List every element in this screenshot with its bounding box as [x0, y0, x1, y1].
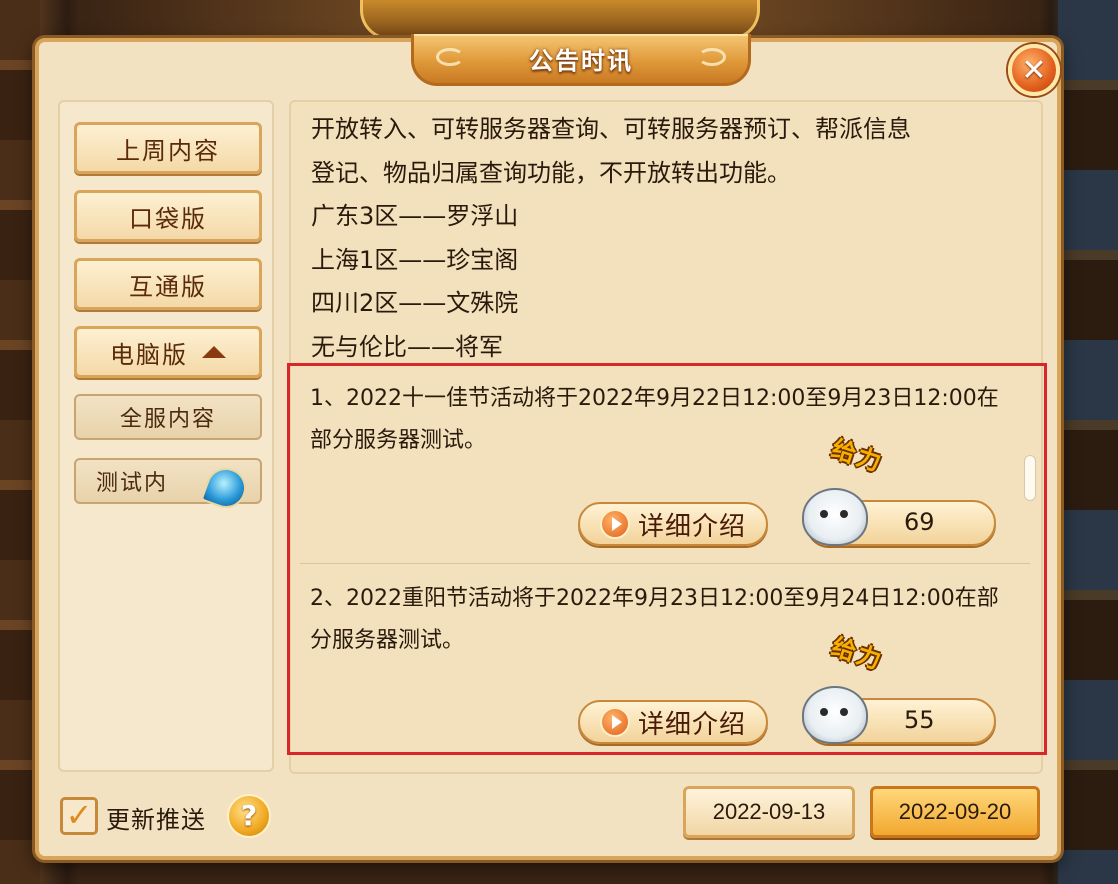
push-checkbox[interactable]: ✓	[60, 797, 98, 835]
sidebar-item-interop[interactable]: 互通版	[74, 258, 262, 310]
notice-line: 上海1区——珍宝阁	[311, 245, 519, 274]
sidebar-item-label: 口袋版	[129, 204, 207, 233]
date-tab-previous[interactable]: 2022-09-13	[683, 786, 855, 838]
sidebar-item-label: 互通版	[129, 272, 207, 301]
notice-line: 开放转入、可转服务器查询、可转服务器预订、帮派信息	[311, 115, 911, 143]
date-label: 2022-09-13	[712, 799, 826, 824]
sidebar: 上周内容 口袋版 互通版 电脑版 全服内容 测试内	[58, 100, 274, 772]
sidebar-item-label: 测试内	[96, 471, 169, 496]
background-pillar-right	[1058, 0, 1118, 884]
sidebar-item-pc[interactable]: 电脑版	[74, 326, 262, 378]
close-icon: ✕	[1021, 52, 1047, 88]
sidebar-subitem-all-servers[interactable]: 全服内容	[74, 394, 262, 440]
title-tab: 公告时讯	[411, 34, 751, 86]
sidebar-item-pocket[interactable]: 口袋版	[74, 190, 262, 242]
sidebar-item-last-week[interactable]: 上周内容	[74, 122, 262, 174]
close-button[interactable]: ✕	[1008, 44, 1060, 96]
gem-icon	[200, 462, 252, 514]
swirl-ornament-icon	[698, 48, 726, 66]
date-label: 2022-09-20	[898, 799, 1012, 824]
swirl-ornament-icon	[436, 48, 464, 66]
notice-text: 开放转入、可转服务器查询、可转服务器预订、帮派信息 登记、物品归属查询功能，不开…	[311, 108, 1031, 369]
highlight-box	[287, 363, 1047, 755]
sidebar-item-label: 全服内容	[119, 407, 216, 432]
checkmark-icon: ✓	[65, 796, 93, 834]
help-button[interactable]: ?	[227, 794, 271, 838]
question-icon: ?	[240, 799, 258, 832]
notice-line: 四川2区——文殊院	[311, 289, 519, 317]
sidebar-item-label: 上周内容	[116, 136, 220, 165]
sidebar-item-label: 电脑版	[110, 340, 188, 369]
window-title: 公告时讯	[529, 47, 633, 75]
background-pillar-left	[0, 0, 40, 884]
sidebar-subitem-test[interactable]: 测试内	[74, 458, 262, 514]
notice-line: 登记、物品归属查询功能，不开放转出功能。	[311, 158, 791, 187]
date-tab-current[interactable]: 2022-09-20	[870, 786, 1040, 838]
notice-line: 广东3区——罗浮山	[311, 202, 519, 230]
collapse-arrow-icon	[202, 346, 226, 358]
push-label: 更新推送	[106, 806, 206, 834]
